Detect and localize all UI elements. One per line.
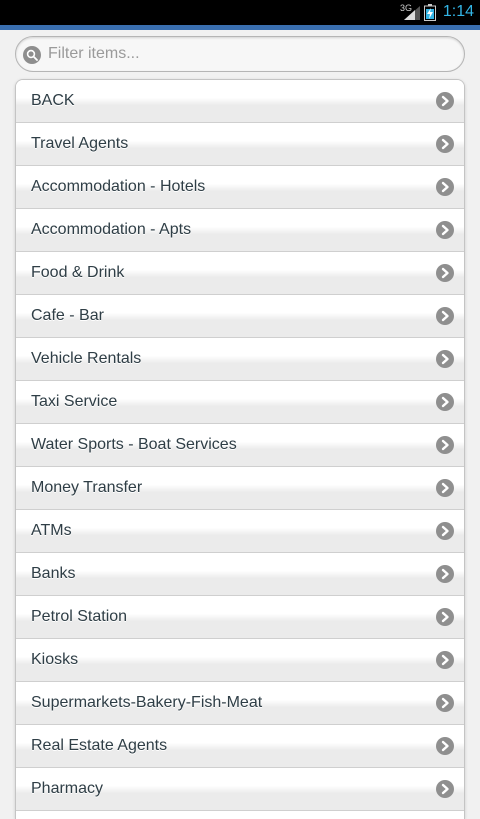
- list-item[interactable]: Vehicle Rentals: [16, 338, 464, 381]
- list-item-label: Supermarkets-Bakery-Fish-Meat: [31, 694, 263, 711]
- chevron-right-icon: [436, 608, 454, 626]
- list-item-label: Accommodation - Apts: [31, 221, 192, 238]
- list-item[interactable]: Accommodation - Apts: [16, 209, 464, 252]
- chevron-right-icon: [436, 350, 454, 368]
- list-item[interactable]: Accommodation - Hotels: [16, 166, 464, 209]
- chevron-right-icon: [436, 393, 454, 411]
- status-bar: 3G 1:14: [0, 0, 480, 25]
- list-item[interactable]: Cafe - Bar: [16, 295, 464, 338]
- list-item-label: Pharmacy: [31, 780, 104, 797]
- list-item[interactable]: Pharmacy: [16, 768, 464, 811]
- chevron-right-icon: [436, 92, 454, 110]
- chevron-right-icon: [436, 780, 454, 798]
- status-clock: 1:14: [442, 3, 474, 20]
- chevron-right-icon: [436, 651, 454, 669]
- battery-icon: [424, 4, 436, 21]
- list-item[interactable]: Supermarkets-Bakery-Fish-Meat: [16, 682, 464, 725]
- list-item-label: Water Sports - Boat Services: [31, 436, 237, 453]
- list-item-label: Petrol Station: [31, 608, 128, 625]
- chevron-right-icon: [436, 135, 454, 153]
- filter-input[interactable]: [48, 41, 448, 67]
- list-item-label: Kiosks: [31, 651, 79, 668]
- list-item-label: Food & Drink: [31, 264, 125, 281]
- list-item-label: Real Estate Agents: [31, 737, 168, 754]
- chevron-right-icon: [436, 479, 454, 497]
- list-item[interactable]: Water Sports - Boat Services: [16, 424, 464, 467]
- list-item-label: Money Transfer: [31, 479, 143, 496]
- signal-icon: [404, 6, 420, 20]
- list-item-label: BACK: [31, 92, 75, 109]
- chevron-right-icon: [436, 221, 454, 239]
- category-list: BACK Travel Agents Accommodation - Hotels A…: [15, 79, 465, 819]
- list-item[interactable]: Kiosks: [16, 639, 464, 682]
- list-item[interactable]: Taxi Service: [16, 381, 464, 424]
- list-item[interactable]: Petrol Station: [16, 596, 464, 639]
- list-item[interactable]: Banks: [16, 553, 464, 596]
- list-item-label: ATMs: [31, 522, 72, 539]
- chevron-right-icon: [436, 522, 454, 540]
- list-item-label: Vehicle Rentals: [31, 350, 142, 367]
- chevron-right-icon: [436, 737, 454, 755]
- list-item[interactable]: Food & Drink: [16, 252, 464, 295]
- chevron-right-icon: [436, 436, 454, 454]
- list-item-label: Banks: [31, 565, 76, 582]
- chevron-right-icon: [436, 694, 454, 712]
- chevron-right-icon: [436, 565, 454, 583]
- list-item-label: Taxi Service: [31, 393, 118, 410]
- list-item[interactable]: Money Transfer: [16, 467, 464, 510]
- list-item[interactable]: Travel Agents: [16, 123, 464, 166]
- list-item-label: Accommodation - Hotels: [31, 178, 206, 195]
- list-item[interactable]: Real Estate Agents: [16, 725, 464, 768]
- search-icon: [23, 46, 41, 64]
- list-item[interactable]: ATMs: [16, 510, 464, 553]
- list-item-label: Cafe - Bar: [31, 307, 104, 324]
- list-item[interactable]: BACK: [16, 80, 464, 123]
- list-item-label: Travel Agents: [31, 135, 129, 152]
- page-content: BACK Travel Agents Accommodation - Hotels A…: [0, 30, 480, 819]
- chevron-right-icon: [436, 264, 454, 282]
- search-bar[interactable]: [15, 36, 465, 72]
- chevron-right-icon: [436, 307, 454, 325]
- chevron-right-icon: [436, 178, 454, 196]
